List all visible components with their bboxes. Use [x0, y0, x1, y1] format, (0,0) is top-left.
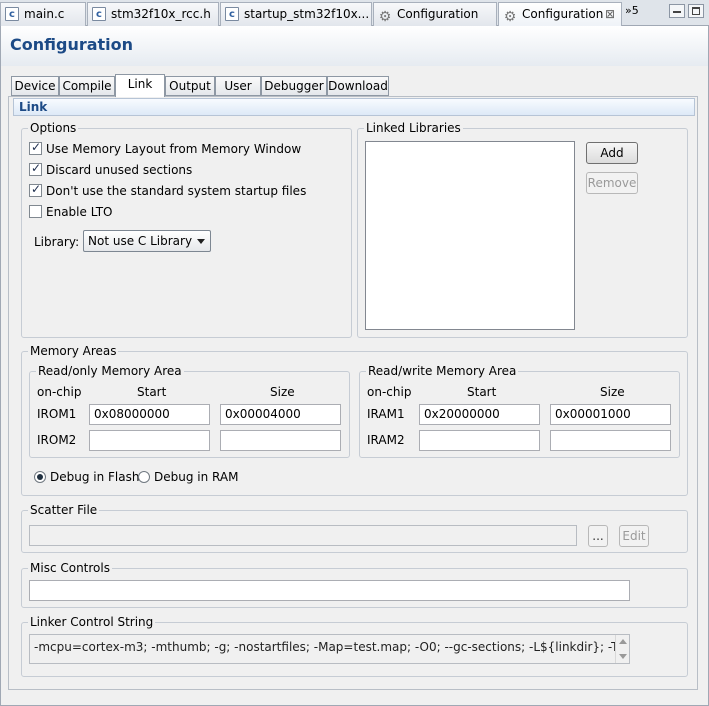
iram1-size-input[interactable]: 0x00001000: [550, 404, 671, 425]
radio-label: Debug in Flash: [50, 470, 140, 484]
scatter-file-label: Scatter File: [28, 503, 100, 517]
scroll-up-icon[interactable]: [619, 639, 627, 644]
radio-label: Debug in RAM: [154, 470, 239, 484]
scroll-down-icon[interactable]: [619, 654, 627, 659]
linker-control-value: -mcpu=cortex-m3; -mthumb; -g; -nostartfi…: [34, 640, 630, 654]
checkbox-box[interactable]: [29, 139, 42, 155]
tab-link[interactable]: Link: [115, 74, 165, 97]
section-header: Link: [13, 98, 695, 116]
readonly-memory-label: Read/only Memory Area: [36, 364, 184, 378]
c-file-icon: [92, 4, 106, 26]
radio-button[interactable]: [34, 471, 46, 483]
scatter-file-input[interactable]: [29, 525, 577, 546]
remove-library-button[interactable]: Remove: [586, 172, 638, 194]
radio-debug-in-flash[interactable]: Debug in Flash: [34, 469, 139, 485]
tab-download[interactable]: Download: [327, 76, 389, 96]
checkbox-use-memory-layout[interactable]: Use Memory Layout from Memory Window: [29, 139, 302, 157]
radio-button[interactable]: [138, 471, 150, 483]
col-onchip: on-chip: [367, 385, 412, 399]
checkbox-box[interactable]: [29, 160, 42, 176]
iram1-start-input[interactable]: 0x20000000: [419, 404, 540, 425]
linker-control-text[interactable]: -mcpu=cortex-m3; -mthumb; -g; -nostartfi…: [29, 634, 630, 664]
col-start: Start: [137, 385, 167, 399]
editor-tab-stm32f10x-rcc-h[interactable]: stm32f10x_rcc.h: [87, 2, 219, 26]
irom2-start-input[interactable]: [89, 430, 210, 451]
iram2-label: IRAM2: [367, 433, 405, 447]
col-start: Start: [467, 385, 497, 399]
c-file-icon: [5, 4, 19, 26]
misc-controls-label: Misc Controls: [28, 561, 112, 575]
linked-libraries-label: Linked Libraries: [364, 121, 463, 135]
misc-controls-input[interactable]: [29, 580, 630, 601]
library-label: Library:: [34, 235, 80, 249]
checkbox-label: Use Memory Layout from Memory Window: [46, 142, 302, 156]
checkbox-label: Don't use the standard system startup fi…: [46, 184, 307, 198]
library-select[interactable]: Not use C Library: [83, 230, 211, 252]
checkbox-box[interactable]: [29, 205, 42, 218]
checkbox-box[interactable]: [29, 181, 42, 197]
tab-user[interactable]: User: [215, 76, 261, 96]
irom2-size-input[interactable]: [220, 430, 341, 451]
editor-tab-label: stm32f10x_rcc.h: [111, 7, 211, 21]
checkbox-label: Discard unused sections: [46, 163, 193, 177]
editor-tab-label: Configuration: [397, 7, 479, 21]
editor-tab-label: Configuration: [522, 7, 604, 21]
linked-libraries-list[interactable]: [365, 141, 575, 330]
tab-overflow-button[interactable]: »5: [625, 4, 639, 17]
editor-tab-main-c[interactable]: main.c: [0, 2, 86, 26]
iram2-size-input[interactable]: [550, 430, 671, 451]
editor-tab-label: main.c: [24, 7, 65, 21]
editor-tab-startup[interactable]: startup_stm32f10x...: [220, 2, 372, 26]
col-onchip: on-chip: [37, 385, 82, 399]
editor-tab-configuration-1[interactable]: ⚙ Configuration: [373, 2, 497, 26]
library-select-value: Not use C Library: [88, 234, 193, 248]
irom2-label: IROM2: [37, 433, 77, 447]
chevron-down-icon: [197, 239, 205, 244]
irom1-size-input[interactable]: 0x00004000: [220, 404, 341, 425]
linker-control-label: Linker Control String: [28, 615, 156, 629]
gear-icon: ⚙: [378, 9, 392, 25]
readwrite-memory-label: Read/write Memory Area: [366, 364, 519, 378]
section-title: Link: [19, 100, 48, 114]
close-tab-icon[interactable]: ⊠: [605, 3, 615, 25]
c-file-icon: [225, 4, 239, 26]
col-size: Size: [270, 385, 295, 399]
maximize-icon[interactable]: [688, 4, 704, 18]
radio-debug-in-ram[interactable]: Debug in RAM: [138, 469, 238, 485]
checkbox-no-startup-files[interactable]: Don't use the standard system startup fi…: [29, 181, 307, 199]
minimize-icon[interactable]: [669, 4, 685, 18]
iram2-start-input[interactable]: [419, 430, 540, 451]
tab-output[interactable]: Output: [165, 76, 215, 96]
linker-control-scrollbar[interactable]: [615, 635, 629, 663]
edit-scatter-button[interactable]: Edit: [619, 525, 649, 547]
tab-compile[interactable]: Compile: [59, 76, 115, 96]
page-title: Configuration: [10, 35, 134, 54]
tab-device[interactable]: Device: [11, 76, 59, 96]
browse-scatter-button[interactable]: ...: [588, 525, 608, 547]
editor-tab-label: startup_stm32f10x...: [244, 7, 370, 21]
checkbox-label: Enable LTO: [46, 205, 113, 219]
checkbox-discard-unused[interactable]: Discard unused sections: [29, 160, 193, 178]
editor-tab-configuration-2[interactable]: ⚙ Configuration ⊠: [498, 2, 622, 27]
irom1-start-input[interactable]: 0x08000000: [89, 404, 210, 425]
col-size: Size: [600, 385, 625, 399]
checkbox-enable-lto[interactable]: Enable LTO: [29, 204, 113, 220]
page-header: Configuration: [1, 26, 708, 66]
tab-debugger[interactable]: Debugger: [261, 76, 327, 96]
add-library-button[interactable]: Add: [586, 142, 638, 164]
irom1-label: IROM1: [37, 407, 77, 421]
editor-tab-bar: main.c stm32f10x_rcc.h startup_stm32f10x…: [0, 0, 709, 27]
options-group-label: Options: [28, 121, 79, 135]
iram1-label: IRAM1: [367, 407, 405, 421]
gear-icon: ⚙: [503, 9, 517, 25]
memory-areas-label: Memory Areas: [28, 344, 119, 358]
